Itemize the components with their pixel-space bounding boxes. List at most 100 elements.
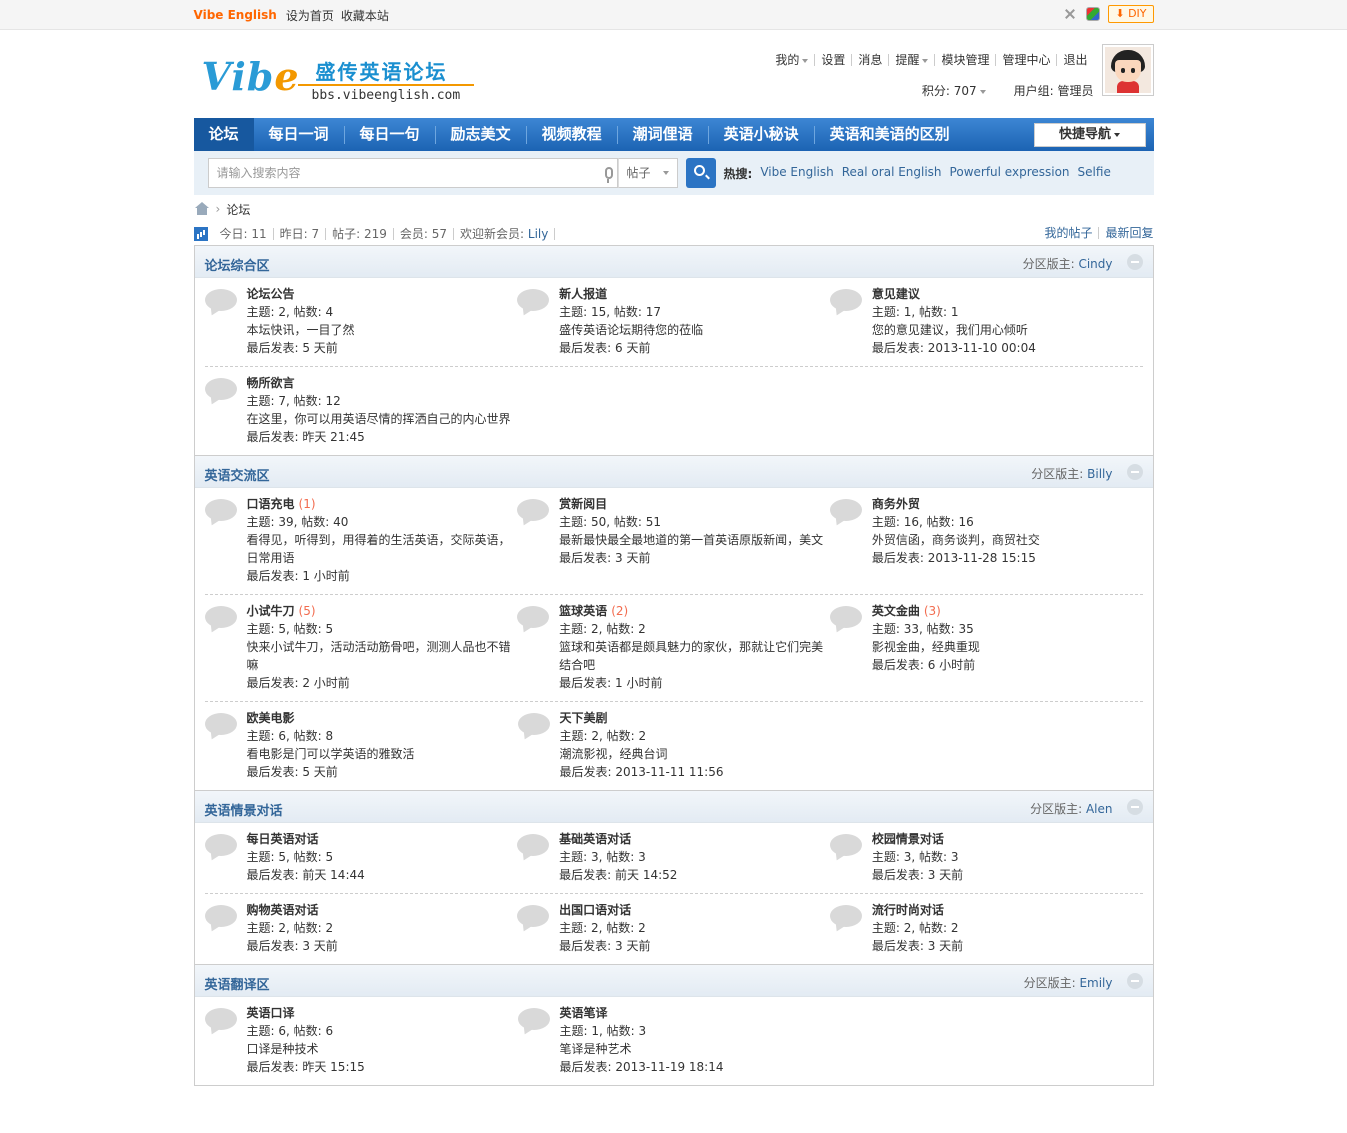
group-title[interactable]: 英语交流区 bbox=[205, 465, 270, 484]
moderator-link[interactable]: Billy bbox=[1087, 467, 1112, 481]
nav-item-slang[interactable]: 潮词俚语 bbox=[618, 118, 708, 151]
group-title[interactable]: 论坛综合区 bbox=[205, 255, 270, 274]
forum-name-link[interactable]: 新人报道 bbox=[559, 287, 607, 301]
forum-last-post[interactable]: 最后发表: 5 天前 bbox=[247, 339, 518, 357]
new-posts-count[interactable]: (5) bbox=[299, 604, 316, 618]
moderator-link[interactable]: Emily bbox=[1079, 976, 1112, 990]
moderator-link[interactable]: Cindy bbox=[1078, 257, 1112, 271]
forum-last-post[interactable]: 最后发表: 2013-11-11 11:56 bbox=[560, 763, 831, 781]
forum-last-post[interactable]: 最后发表: 6 天前 bbox=[559, 339, 830, 357]
collapse-icon[interactable] bbox=[1126, 254, 1143, 270]
chat-bubble-icon[interactable] bbox=[204, 378, 237, 400]
settings-link[interactable]: 设置 bbox=[815, 54, 853, 66]
chat-bubble-icon[interactable] bbox=[517, 905, 550, 927]
new-posts-count[interactable]: (2) bbox=[611, 604, 628, 618]
forum-name-link[interactable]: 篮球英语 bbox=[559, 604, 607, 618]
reminders-link[interactable]: 提醒 bbox=[889, 54, 936, 66]
chat-bubble-icon[interactable] bbox=[204, 289, 237, 311]
quick-nav-button[interactable]: 快捷导航 bbox=[1033, 123, 1146, 147]
forum-last-post[interactable]: 最后发表: 3 天前 bbox=[247, 937, 518, 955]
fullscreen-icon[interactable] bbox=[1062, 6, 1078, 22]
chat-bubble-icon[interactable] bbox=[517, 713, 550, 735]
nav-item-forum[interactable]: 论坛 bbox=[193, 118, 254, 151]
new-member-link[interactable]: Lily bbox=[528, 227, 548, 241]
forum-name-link[interactable]: 意见建议 bbox=[872, 287, 920, 301]
site-brand-link[interactable]: Vibe English bbox=[194, 8, 277, 22]
hot-word-link[interactable]: Powerful expression bbox=[950, 165, 1070, 182]
collapse-icon[interactable] bbox=[1126, 799, 1143, 815]
forum-last-post[interactable]: 最后发表: 前天 14:52 bbox=[559, 866, 830, 884]
bookmark-link[interactable]: 收藏本站 bbox=[341, 7, 389, 24]
new-posts-count[interactable]: (3) bbox=[924, 604, 941, 618]
forum-last-post[interactable]: 最后发表: 2013-11-10 00:04 bbox=[872, 339, 1143, 357]
chat-bubble-icon[interactable] bbox=[204, 1008, 237, 1030]
search-button[interactable] bbox=[685, 158, 716, 188]
forum-name-link[interactable]: 出国口语对话 bbox=[559, 903, 631, 917]
forum-last-post[interactable]: 最后发表: 昨天 21:45 bbox=[247, 428, 518, 446]
group-title[interactable]: 英语翻译区 bbox=[205, 974, 270, 993]
forum-last-post[interactable]: 最后发表: 昨天 15:15 bbox=[247, 1058, 518, 1076]
forum-name-link[interactable]: 赏新阅目 bbox=[559, 497, 607, 511]
hot-word-link[interactable]: Selfie bbox=[1078, 165, 1111, 182]
forum-name-link[interactable]: 欧美电影 bbox=[247, 711, 295, 725]
chat-bubble-icon[interactable] bbox=[204, 834, 237, 856]
forum-last-post[interactable]: 最后发表: 2 小时前 bbox=[247, 674, 518, 692]
site-logo[interactable]: Vibe 盛传英语论坛 bbs.vibeenglish.com bbox=[193, 40, 486, 104]
forum-name-link[interactable]: 商务外贸 bbox=[872, 497, 920, 511]
group-title[interactable]: 英语情景对话 bbox=[205, 800, 283, 819]
forum-last-post[interactable]: 最后发表: 3 天前 bbox=[559, 937, 830, 955]
logout-link[interactable]: 退出 bbox=[1057, 54, 1093, 66]
nav-item-daily-word[interactable]: 每日一词 bbox=[254, 118, 344, 151]
forum-last-post[interactable]: 最后发表: 1 小时前 bbox=[247, 567, 518, 585]
collapse-icon[interactable] bbox=[1126, 464, 1143, 480]
chat-bubble-icon[interactable] bbox=[829, 289, 862, 311]
moderator-link[interactable]: Alen bbox=[1086, 802, 1113, 816]
chat-bubble-icon[interactable] bbox=[204, 499, 237, 521]
collapse-icon[interactable] bbox=[1126, 973, 1143, 989]
admin-center-link[interactable]: 管理中心 bbox=[996, 54, 1058, 66]
forum-name-link[interactable]: 流行时尚对话 bbox=[872, 903, 944, 917]
forum-name-link[interactable]: 口语充电 bbox=[247, 497, 295, 511]
nav-item-tips[interactable]: 英语小秘诀 bbox=[709, 118, 814, 151]
usergroup-link[interactable]: 用户组: 管理员 bbox=[1014, 82, 1094, 99]
forum-last-post[interactable]: 最后发表: 3 天前 bbox=[559, 549, 830, 567]
messages-link[interactable]: 消息 bbox=[852, 54, 890, 66]
chat-bubble-icon[interactable] bbox=[517, 834, 550, 856]
forum-name-link[interactable]: 论坛公告 bbox=[247, 287, 295, 301]
latest-reply-link[interactable]: 最新回复 bbox=[1099, 227, 1153, 239]
forum-name-link[interactable]: 每日英语对话 bbox=[247, 832, 319, 846]
forum-last-post[interactable]: 最后发表: 6 小时前 bbox=[872, 656, 1143, 674]
nav-item-daily-sentence[interactable]: 每日一句 bbox=[345, 118, 435, 151]
forum-name-link[interactable]: 畅所欲言 bbox=[247, 376, 295, 390]
module-admin-link[interactable]: 模块管理 bbox=[935, 54, 997, 66]
forum-name-link[interactable]: 英语口译 bbox=[247, 1006, 295, 1020]
forum-last-post[interactable]: 最后发表: 3 天前 bbox=[872, 937, 1143, 955]
forum-name-link[interactable]: 英文金曲 bbox=[872, 604, 920, 618]
hot-word-link[interactable]: Vibe English bbox=[760, 165, 833, 182]
forum-last-post[interactable]: 最后发表: 5 天前 bbox=[247, 763, 518, 781]
new-posts-count[interactable]: (1) bbox=[299, 497, 316, 511]
chat-bubble-icon[interactable] bbox=[829, 606, 862, 628]
avatar[interactable] bbox=[1101, 44, 1154, 96]
my-menu-link[interactable]: 我的 bbox=[769, 54, 816, 66]
forum-name-link[interactable]: 天下美剧 bbox=[560, 711, 608, 725]
home-icon[interactable] bbox=[194, 202, 210, 216]
chat-bubble-icon[interactable] bbox=[204, 606, 237, 628]
forum-last-post[interactable]: 最后发表: 3 天前 bbox=[872, 866, 1143, 884]
search-input[interactable]: 请输入搜索内容 bbox=[207, 158, 618, 188]
hot-word-link[interactable]: Real oral English bbox=[842, 165, 942, 182]
forum-last-post[interactable]: 最后发表: 2013-11-28 15:15 bbox=[872, 549, 1143, 567]
chat-bubble-icon[interactable] bbox=[829, 905, 862, 927]
chat-bubble-icon[interactable] bbox=[517, 1008, 550, 1030]
chat-bubble-icon[interactable] bbox=[204, 713, 237, 735]
color-theme-icon[interactable] bbox=[1086, 7, 1101, 21]
chat-bubble-icon[interactable] bbox=[517, 289, 550, 311]
chat-bubble-icon[interactable] bbox=[829, 834, 862, 856]
my-posts-link[interactable]: 我的帖子 bbox=[1038, 227, 1100, 239]
nav-item-video[interactable]: 视频教程 bbox=[527, 118, 617, 151]
chat-bubble-icon[interactable] bbox=[829, 499, 862, 521]
chat-bubble-icon[interactable] bbox=[517, 606, 550, 628]
forum-name-link[interactable]: 校园情景对话 bbox=[872, 832, 944, 846]
diy-button[interactable]: ⬇ DIY bbox=[1108, 5, 1154, 23]
nav-item-uk-us[interactable]: 英语和美语的区别 bbox=[815, 118, 965, 151]
